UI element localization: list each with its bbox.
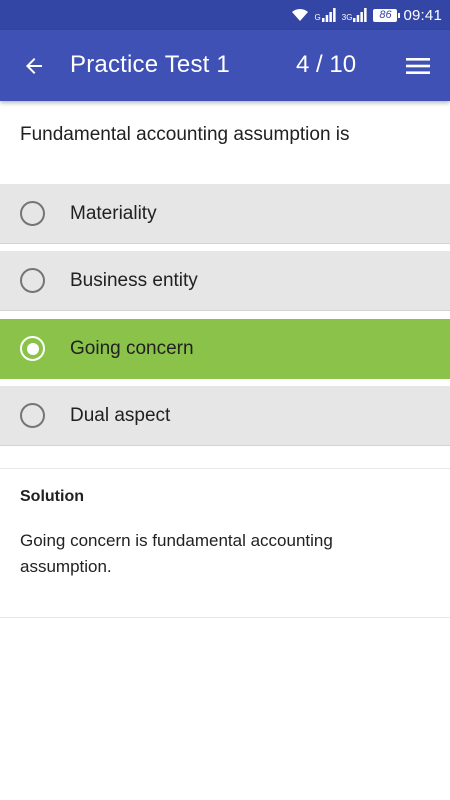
solution-heading: Solution xyxy=(20,488,84,505)
option-materiality[interactable]: Materiality xyxy=(0,184,450,244)
option-label: Business entity xyxy=(70,269,198,291)
option-dual-aspect[interactable]: Dual aspect xyxy=(0,386,450,446)
network-type-label-1: G xyxy=(314,13,321,22)
radio-unchecked-icon[interactable] xyxy=(20,268,45,293)
option-going-concern[interactable]: Going concern xyxy=(0,319,450,379)
question-text: Fundamental accounting assumption is xyxy=(20,124,350,145)
status-time: 09:41 xyxy=(403,6,442,24)
total-questions: 10 xyxy=(329,51,357,78)
signal-2-icon: 3G xyxy=(342,8,368,22)
radio-dot xyxy=(26,342,39,355)
current-question-number: 4 xyxy=(296,51,310,78)
divider xyxy=(0,617,450,618)
back-button[interactable] xyxy=(14,48,54,84)
radio-checked-icon[interactable] xyxy=(20,336,45,361)
radio-unchecked-icon[interactable] xyxy=(20,201,45,226)
option-business-entity[interactable]: Business entity xyxy=(0,251,450,311)
battery-level: 86 xyxy=(379,9,392,21)
option-label: Dual aspect xyxy=(70,404,171,426)
progress-separator: / xyxy=(309,51,330,78)
page-title: Practice Test 1 xyxy=(70,51,230,78)
question-progress: 4 / 10 xyxy=(296,51,356,79)
option-label: Materiality xyxy=(70,202,157,224)
network-type-label-2: 3G xyxy=(341,13,353,22)
menu-button[interactable] xyxy=(398,48,438,84)
app-bar: Practice Test 1 4 / 10 xyxy=(0,30,450,101)
solution-text: Going concern is fundamental accounting … xyxy=(20,531,333,576)
signal-1-icon: G xyxy=(315,8,336,22)
option-label: Going concern xyxy=(70,337,194,359)
radio-unchecked-icon[interactable] xyxy=(20,403,45,428)
battery-icon: 86 xyxy=(373,8,401,22)
arrow-left-icon xyxy=(26,58,42,74)
status-bar: G 3G 86 09:41 xyxy=(0,0,450,30)
hamburger-menu-icon xyxy=(406,58,430,74)
wifi-icon xyxy=(291,8,309,22)
divider xyxy=(0,468,450,469)
